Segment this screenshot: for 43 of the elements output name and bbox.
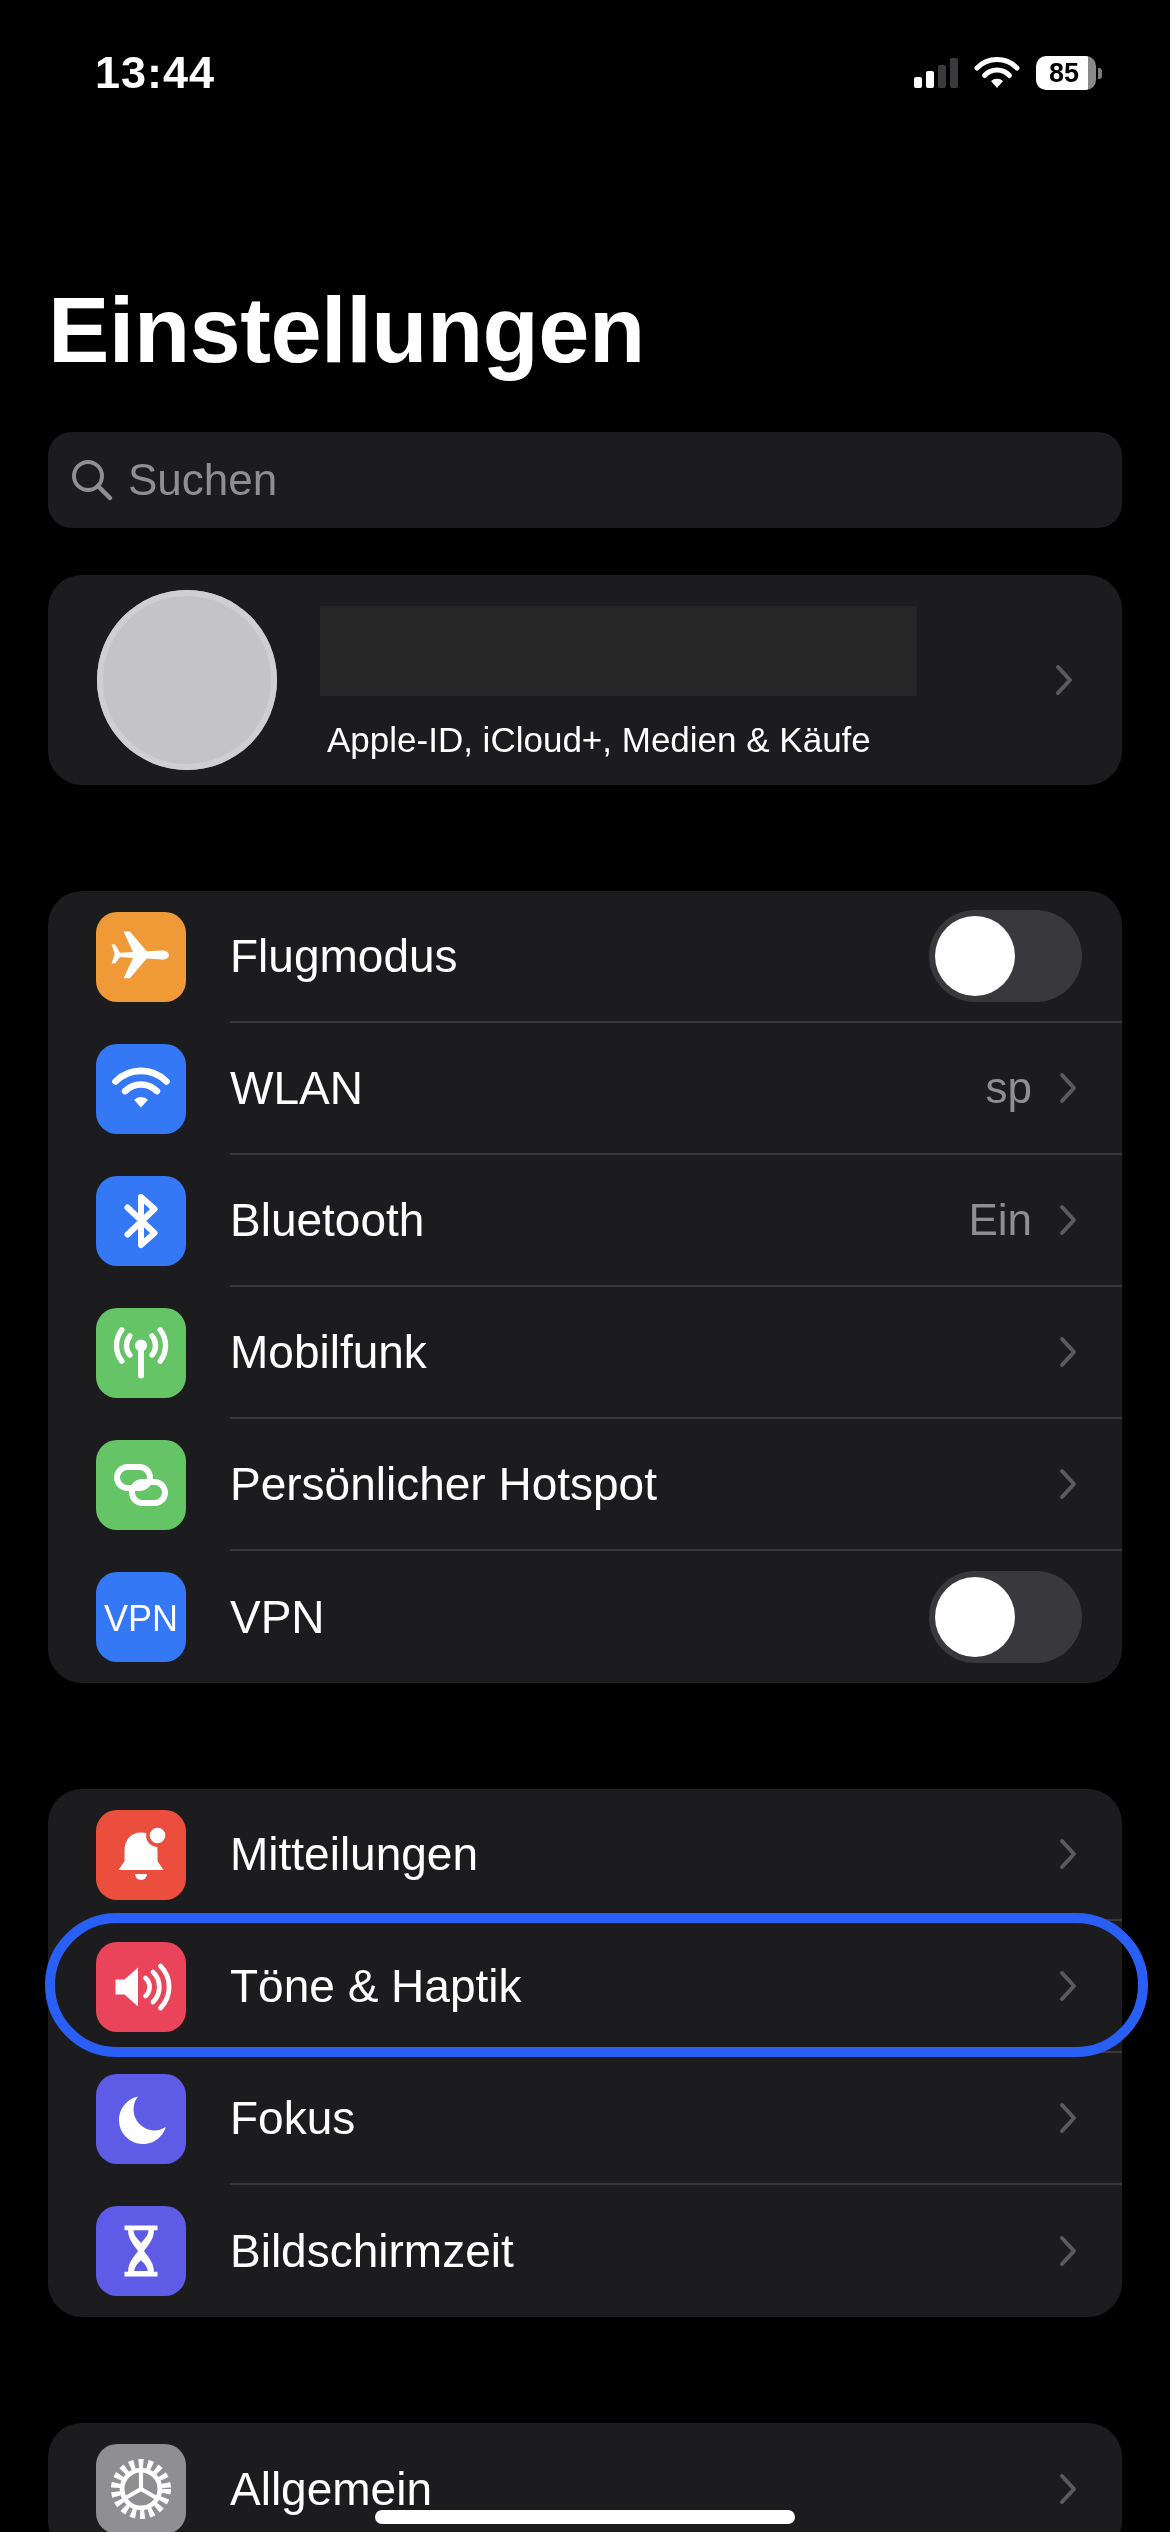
search-field[interactable]: Suchen: [48, 432, 1122, 528]
chevron-icon: [1058, 1071, 1078, 1105]
settings-row[interactable]: Bildschirmzeit: [48, 2185, 1122, 2317]
settings-row[interactable]: WLAN sp: [48, 1023, 1122, 1155]
chevron-icon: [1058, 1467, 1078, 1501]
page-title: Einstellungen: [48, 278, 646, 383]
row-label: WLAN: [230, 1061, 364, 1115]
signal-icon: [914, 58, 958, 88]
chevron-icon: [1058, 1335, 1078, 1369]
row-label: Fokus: [230, 2091, 357, 2145]
battery-indicator: 85: [1036, 56, 1096, 90]
row-value: Ein: [968, 1195, 1032, 1245]
settings-row[interactable]: Töne & Haptik: [48, 1921, 1122, 2053]
row-label: Bluetooth: [230, 1193, 426, 1247]
row-label: Mobilfunk: [230, 1325, 428, 1379]
row-label: Töne & Haptik: [230, 1959, 523, 2013]
chevron-icon: [1054, 663, 1074, 697]
settings-row[interactable]: Bluetooth Ein: [48, 1155, 1122, 1287]
status-time: 13:44: [95, 47, 216, 99]
chevron-icon: [1058, 2101, 1078, 2135]
profile-card[interactable]: Apple-ID, iCloud+, Medien & Käufe: [48, 575, 1122, 785]
wifi-icon: [974, 56, 1020, 90]
row-label: Allgemein: [230, 2462, 433, 2516]
settings-row[interactable]: VPN VPN: [48, 1551, 1122, 1683]
row-value: sp: [985, 1063, 1032, 1113]
chevron-icon: [1058, 1203, 1078, 1237]
chevron-icon: [1058, 2234, 1078, 2268]
row-label: Persönlicher Hotspot: [230, 1457, 658, 1511]
settings-row[interactable]: Flugmodus: [48, 891, 1122, 1023]
row-label: Mitteilungen: [230, 1827, 480, 1881]
chevron-icon: [1058, 2472, 1078, 2506]
settings-row[interactable]: Mobilfunk: [48, 1287, 1122, 1419]
row-label: Bildschirmzeit: [230, 2224, 515, 2278]
chevron-icon: [1058, 1969, 1078, 2003]
vpn-icon: VPN: [96, 1572, 186, 1662]
profile-subtitle: Apple-ID, iCloud+, Medien & Käufe: [327, 720, 872, 760]
settings-row[interactable]: Fokus: [48, 2053, 1122, 2185]
settings-row[interactable]: Mitteilungen: [48, 1789, 1122, 1921]
row-label: Flugmodus: [230, 929, 459, 983]
row-label: VPN: [230, 1590, 326, 1644]
search-icon: [70, 458, 114, 502]
settings-row[interactable]: Persönlicher Hotspot: [48, 1419, 1122, 1551]
chevron-icon: [1058, 1837, 1078, 1871]
